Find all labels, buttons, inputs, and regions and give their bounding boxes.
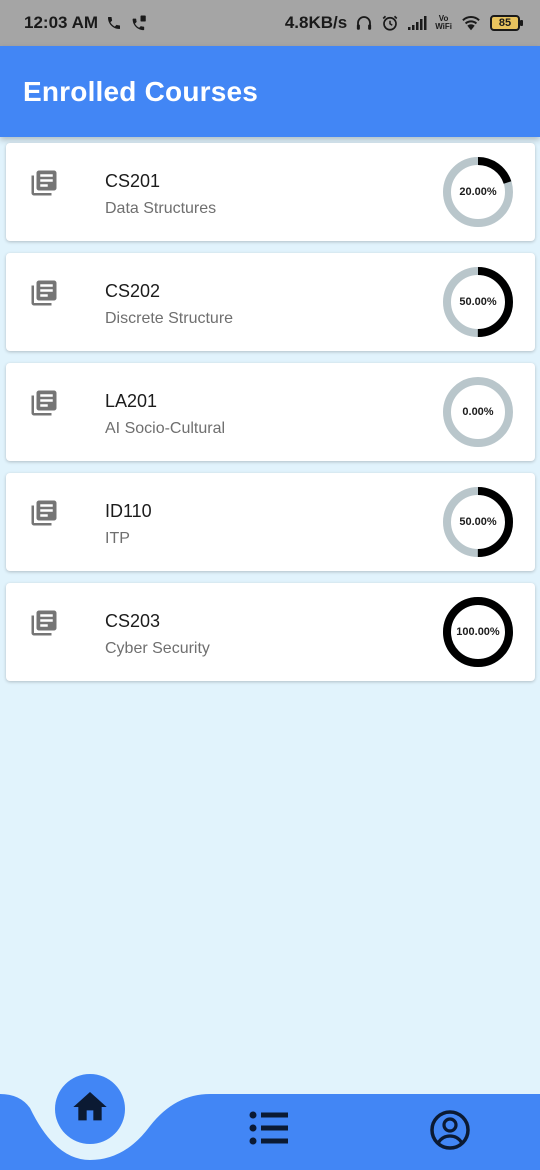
- course-card-id110[interactable]: ID110 ITP 50.00%: [6, 473, 535, 571]
- app-bar: Enrolled Courses: [0, 46, 540, 137]
- progress-indicator: 0.00%: [442, 376, 514, 448]
- battery-level: 85: [498, 17, 512, 29]
- course-list: CS201 Data Structures 20.00% CS202 Discr…: [6, 143, 535, 693]
- course-name: Data Structures: [105, 200, 217, 217]
- headset-icon: [355, 14, 373, 32]
- course-name: Discrete Structure: [105, 310, 234, 327]
- course-card-cs203[interactable]: CS203 Cyber Security 100.00%: [6, 583, 535, 681]
- course-card-la201[interactable]: LA201 AI Socio-Cultural 0.00%: [6, 363, 535, 461]
- call-forward-icon: [130, 14, 148, 32]
- alarm-icon: [381, 14, 399, 32]
- progress-label: 50.00%: [459, 296, 497, 308]
- phone-icon: [106, 15, 122, 31]
- course-code: CS203: [105, 611, 161, 631]
- progress-indicator: 50.00%: [442, 266, 514, 338]
- page-title: Enrolled Courses: [23, 75, 259, 107]
- bottom-navigation: [0, 1060, 540, 1170]
- nav-list-button[interactable]: [248, 1110, 290, 1146]
- course-card-cs202[interactable]: CS202 Discrete Structure 50.00%: [6, 253, 535, 351]
- library-books-icon: [29, 388, 59, 418]
- progress-indicator: 50.00%: [442, 486, 514, 558]
- course-code: CS201: [105, 171, 161, 191]
- battery-icon: 85: [490, 15, 523, 31]
- account-circle-icon: [429, 1110, 471, 1155]
- nav-profile-button[interactable]: [429, 1109, 471, 1151]
- nav-home-button[interactable]: [55, 1074, 125, 1144]
- status-left: 12:03 AM: [24, 13, 148, 33]
- status-bar: 12:03 AM 4.8KB/s Vo WiFi 85: [0, 0, 540, 46]
- course-name: Cyber Security: [105, 640, 210, 657]
- library-books-icon: [29, 278, 59, 308]
- course-card-cs201[interactable]: CS201 Data Structures 20.00%: [6, 143, 535, 241]
- status-right: 4.8KB/s Vo WiFi 85: [284, 13, 523, 33]
- course-name: AI Socio-Cultural: [105, 420, 226, 437]
- library-books-icon: [29, 168, 59, 198]
- progress-indicator: 100.00%: [442, 596, 514, 668]
- network-speed: 4.8KB/s: [284, 13, 348, 32]
- volte-wifi-icon: Vo WiFi: [435, 15, 452, 31]
- status-time: 12:03 AM: [24, 13, 99, 32]
- course-code: CS202: [105, 281, 161, 301]
- progress-label: 50.00%: [459, 516, 497, 528]
- home-icon: [70, 1087, 110, 1132]
- library-books-icon: [29, 608, 59, 638]
- course-code: LA201: [105, 391, 158, 411]
- progress-indicator: 20.00%: [442, 156, 514, 228]
- progress-label: 20.00%: [459, 186, 497, 198]
- course-name: ITP: [105, 530, 130, 547]
- volte-bottom-label: WiFi: [435, 22, 452, 31]
- signal-icon: [407, 15, 427, 31]
- list-icon: [248, 1111, 290, 1150]
- progress-label: 0.00%: [462, 406, 494, 418]
- wifi-icon: [460, 14, 482, 32]
- library-books-icon: [29, 498, 59, 528]
- progress-label: 100.00%: [456, 626, 500, 638]
- course-code: ID110: [105, 501, 152, 521]
